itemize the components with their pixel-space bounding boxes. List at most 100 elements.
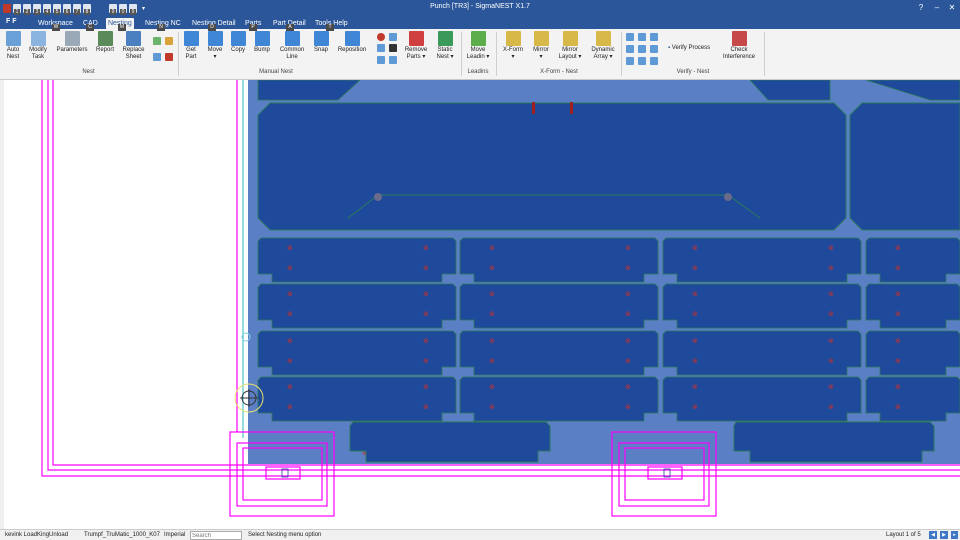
bump-button[interactable]: Bump — [251, 31, 273, 54]
keytip-nesting-detail: D — [208, 24, 216, 31]
snap-button[interactable]: Snap — [311, 31, 331, 54]
next-layout-icon[interactable]: ▶ — [940, 531, 948, 539]
punch-hit-icon: ⊗ — [828, 383, 834, 391]
small-tool-1-icon[interactable] — [153, 37, 161, 45]
verify-tool-4-icon[interactable] — [626, 45, 634, 53]
punch-hit-icon: ⊗ — [489, 244, 495, 252]
search-input[interactable] — [190, 531, 242, 540]
part[interactable] — [865, 283, 960, 329]
mirror-layout-button[interactable]: Mirror Layout ▾ — [556, 31, 584, 61]
remove-parts-button[interactable]: Remove Parts ▾ — [402, 31, 430, 61]
large-part[interactable] — [257, 102, 847, 231]
punch-hit-icon: ⊗ — [692, 264, 698, 272]
xform-button[interactable]: X-Form ▾ — [500, 31, 526, 61]
keytip-workspace: W — [52, 24, 60, 31]
file-menu[interactable]: F F — [6, 18, 17, 25]
reposition-button[interactable]: Reposition — [334, 31, 370, 54]
pin-icon[interactable] — [377, 33, 385, 41]
punch-hit-icon: ⊗ — [423, 244, 429, 252]
punch-hit-icon: ⊗ — [828, 403, 834, 411]
parameters-button[interactable]: Parameters — [54, 31, 90, 54]
bottom-part[interactable] — [733, 421, 935, 463]
report-button[interactable]: Report — [94, 31, 116, 54]
punch-hit-icon: ⊗ — [625, 290, 631, 298]
mini-tool-b-icon[interactable] — [377, 44, 385, 52]
get-part-button[interactable]: Get Part — [181, 31, 201, 61]
mini-tool-a-icon[interactable] — [389, 33, 397, 41]
move-leadin-button[interactable]: Move Leadin ▾ — [464, 31, 492, 61]
xform-icon — [505, 31, 521, 46]
status-message: Select Nesting menu option — [248, 532, 322, 538]
move-button[interactable]: Move ▾ — [204, 31, 226, 61]
punch-hit-icon: ⊗ — [625, 244, 631, 252]
punch-hit-icon: ⊗ — [287, 383, 293, 391]
auto-nest-button[interactable]: Auto Nest — [4, 31, 22, 61]
ribbon-tabs: F F Workspace CAD Nesting Nesting NC Nes… — [0, 17, 960, 31]
punch-hit-icon: ⊗ — [287, 290, 293, 298]
group-xform-label: X-Form - Nest — [540, 69, 578, 75]
vertical-scroll-strip[interactable] — [0, 80, 4, 529]
get-part-icon — [183, 31, 199, 46]
punch-hit-icon: ⊗ — [828, 357, 834, 365]
help-icon[interactable]: ? — [914, 2, 928, 14]
punch-hit-icon: ⊗ — [895, 290, 901, 298]
small-tool-2-icon[interactable] — [165, 37, 173, 45]
ribbon: Auto Nest Modify Task Parameters Report … — [0, 29, 960, 80]
verify-tool-8-icon[interactable] — [638, 57, 646, 65]
last-layout-icon[interactable]: ▸ — [951, 531, 958, 539]
large-part[interactable] — [849, 102, 960, 231]
punch-hit-icon: ⊗ — [828, 310, 834, 318]
verify-tool-7-icon[interactable] — [626, 57, 634, 65]
small-tool-4-icon[interactable] — [165, 53, 173, 61]
punch-hit-icon: ⊗ — [692, 290, 698, 298]
punch-hit-icon: ⊗ — [895, 244, 901, 252]
auto-nest-icon — [5, 31, 21, 46]
verify-tool-9-icon[interactable] — [650, 57, 658, 65]
group-separator — [764, 32, 765, 76]
verify-tool-3-icon[interactable] — [650, 33, 658, 41]
verify-tool-2-icon[interactable] — [638, 33, 646, 41]
common-line-icon — [284, 31, 300, 46]
common-line-button[interactable]: Common Line — [276, 31, 308, 61]
move-leadin-icon — [470, 31, 486, 46]
mini-tool-d-icon[interactable] — [377, 56, 385, 64]
check-interference-button[interactable]: Check Interference — [720, 31, 758, 61]
status-units: Imperial — [164, 532, 186, 538]
punch-hit-icon: ⊗ — [828, 290, 834, 298]
modify-task-button[interactable]: Modify Task — [27, 31, 49, 61]
mini-tool-e-icon[interactable] — [389, 56, 397, 64]
punch-hit-icon: ⊗ — [692, 357, 698, 365]
punch-hit-icon: ⊗ — [895, 310, 901, 318]
replace-sheet-button[interactable]: Replace Sheet — [120, 31, 147, 61]
parameters-icon — [64, 31, 80, 46]
punch-hit-icon: ⊗ — [625, 357, 631, 365]
punch-hit-icon: ⊗ — [489, 403, 495, 411]
verify-tool-1-icon[interactable] — [626, 33, 634, 41]
part[interactable] — [865, 330, 960, 376]
static-nest-button[interactable]: Static Nest ▾ — [432, 31, 458, 61]
punch-hit-icon: ⊗ — [423, 403, 429, 411]
mirror-button[interactable]: Mirror ▾ — [528, 31, 554, 61]
verify-tool-6-icon[interactable] — [650, 45, 658, 53]
nest-canvas[interactable]: ⊗ ⊗ ⊗ ⊗ ⊗ ⊗ ⊗ ⊗ ⊗ ⊗ ⊗ ⊗ ⊗ ⊗ ⊗ ⊗ ⊗ ⊗ ⊗ ⊗ ⊗ ⊗ ⊗ ⊗ ⊗ ⊗ ⊗ ⊗ ⊗ ⊗ ⊗ ⊗ ⊗ ⊗ ⊗ ⊗ ⊗ ⊗ ⊗ ⊗… — [0, 80, 960, 529]
small-tool-3-icon[interactable] — [153, 53, 161, 61]
dynamic-array-button[interactable]: Dynamic Array ▾ — [587, 31, 619, 61]
report-icon — [97, 31, 113, 46]
part[interactable] — [865, 376, 960, 422]
minimize-icon[interactable]: – — [930, 2, 944, 14]
bottom-part[interactable] — [349, 421, 551, 463]
punch-hit-icon: ⊗ — [423, 290, 429, 298]
close-icon[interactable]: ✕ — [945, 2, 959, 14]
prev-layout-icon[interactable]: ◀ — [929, 531, 937, 539]
punch-hit-icon: ⊗ — [489, 337, 495, 345]
part[interactable] — [865, 237, 960, 283]
punch-hit-icon: ⊗ — [692, 244, 698, 252]
verify-process-button[interactable]: ▪ Verify Process — [668, 45, 710, 51]
mirror-layout-icon — [562, 31, 578, 46]
mini-tool-c-icon[interactable] — [389, 44, 397, 52]
layout-indicator: Layout 1 of 5 — [886, 532, 921, 538]
copy-button[interactable]: Copy — [228, 31, 248, 54]
verify-tool-5-icon[interactable] — [638, 45, 646, 53]
nest-drawing[interactable]: ⊗ ⊗ ⊗ ⊗ ⊗ ⊗ ⊗ ⊗ ⊗ ⊗ ⊗ ⊗ ⊗ ⊗ ⊗ ⊗ ⊗ ⊗ ⊗ ⊗ ⊗ ⊗ ⊗ ⊗ ⊗ ⊗ ⊗ ⊗ ⊗ ⊗ ⊗ ⊗ ⊗ ⊗ ⊗ ⊗ ⊗ ⊗ ⊗ ⊗… — [0, 80, 960, 529]
group-nest-label: Nest — [82, 69, 95, 75]
